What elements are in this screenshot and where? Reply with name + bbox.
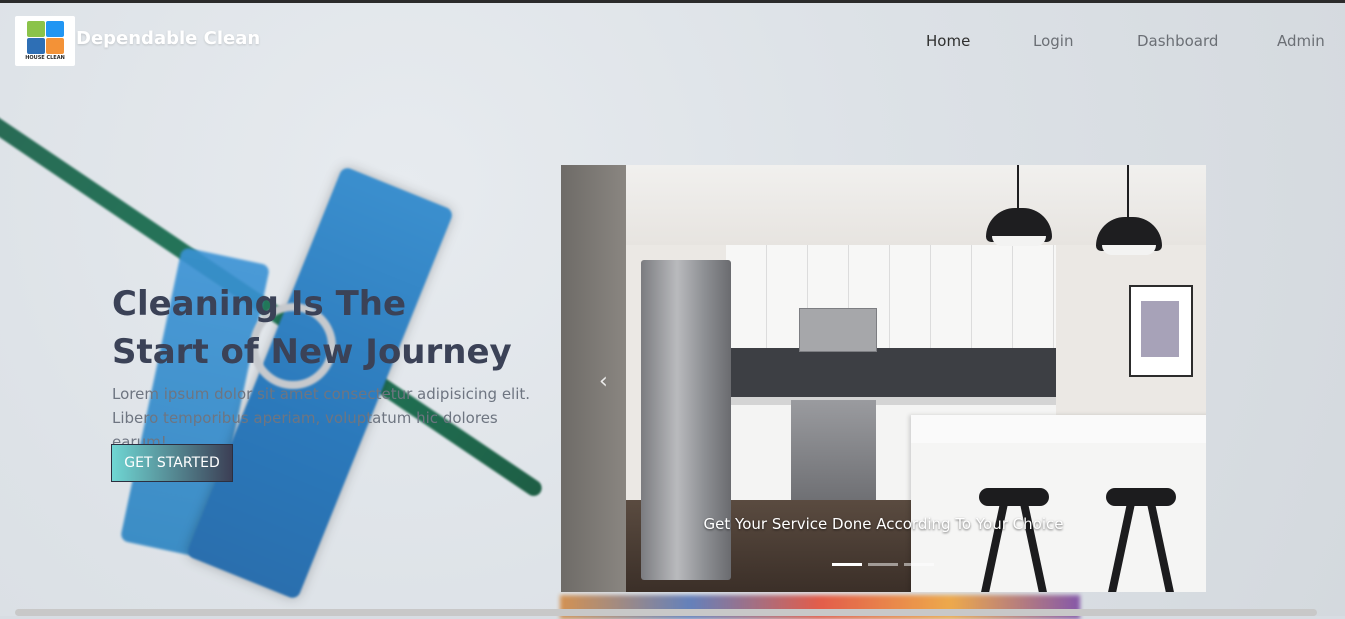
kitchen-island-top: [911, 415, 1206, 443]
carousel-indicator-1[interactable]: [832, 563, 862, 566]
nav-home[interactable]: Home: [926, 32, 970, 50]
kitchen-countertop: [726, 397, 1056, 405]
carousel-indicators: [832, 563, 934, 566]
carousel-indicator-2[interactable]: [868, 563, 898, 566]
brand-logo[interactable]: HOUSE CLEAN: [15, 16, 75, 66]
image-carousel[interactable]: ‹ Get Your Service Done According To You…: [561, 165, 1206, 592]
wall-picture-frame: [1129, 285, 1193, 377]
horizontal-scrollbar[interactable]: [15, 609, 1317, 616]
hero-subtitle-line-1: Lorem ipsum dolor sit amet consectetur a…: [112, 385, 531, 403]
logo-square-navy: [27, 38, 45, 54]
kitchen-upper-cabinets: [726, 245, 1056, 351]
logo-square-green: [27, 21, 45, 37]
nav-dashboard[interactable]: Dashboard: [1137, 32, 1218, 50]
get-started-button[interactable]: GET STARTED: [111, 444, 233, 482]
hero-title: Cleaning Is The Start of New Journey: [112, 280, 542, 376]
logo-square-orange: [46, 38, 64, 54]
logo-text: HOUSE CLEAN: [25, 55, 65, 61]
logo-square-blue: [46, 21, 64, 37]
nav-login[interactable]: Login: [1033, 32, 1073, 50]
carousel-indicator-3[interactable]: [904, 563, 934, 566]
bar-stool-left-seat: [979, 488, 1049, 506]
chevron-left-icon[interactable]: ‹: [599, 369, 608, 394]
window-top-edge: [0, 0, 1345, 3]
brand-name[interactable]: Dependable Clean: [76, 28, 260, 49]
carousel-caption: Get Your Service Done According To Your …: [703, 515, 1064, 533]
hero-title-line-1: Cleaning Is The: [112, 284, 407, 324]
kitchen-backsplash: [726, 348, 1056, 398]
bar-stool-right-seat: [1106, 488, 1176, 506]
microwave: [799, 308, 877, 352]
hero-title-line-2: Start of New Journey: [112, 332, 512, 372]
stove: [791, 400, 876, 500]
nav-admin[interactable]: Admin: [1277, 32, 1325, 50]
